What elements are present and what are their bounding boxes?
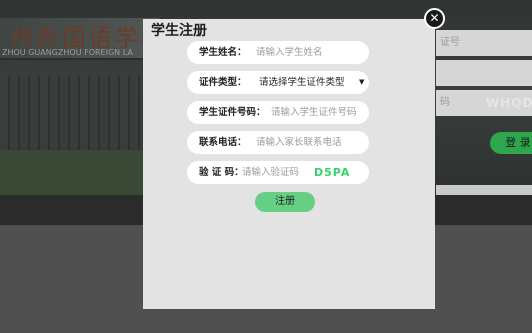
close-icon[interactable]: ✕ — [424, 8, 445, 29]
contact-phone-field[interactable]: 联系电话： 请输入家长联系电话 — [187, 131, 369, 154]
bg-login-button[interactable]: 登 录 — [490, 132, 532, 154]
captcha-input[interactable]: 请输入验证码 — [242, 161, 299, 184]
school-name-en: ZHOU GUANGZHOU FOREIGN LA — [2, 48, 133, 57]
captcha-image[interactable]: D5PA — [314, 161, 350, 184]
chevron-down-icon[interactable]: ▼ — [359, 71, 364, 94]
id-type-select[interactable]: 证件类型： 请选择学生证件类型 ▼ — [187, 71, 369, 94]
student-id-number-input[interactable]: 请输入学生证件号码 — [271, 101, 357, 124]
captcha-label: 验 证 码： — [199, 167, 244, 178]
register-button[interactable]: 注册 — [255, 192, 315, 212]
student-name-label: 学生姓名： — [199, 47, 247, 58]
background-login-panel: 证号 码 WHQD 登 录 — [436, 20, 532, 195]
id-type-label: 证件类型： — [199, 77, 247, 88]
contact-phone-label: 联系电话： — [199, 137, 247, 148]
school-sign: 州外国语学校 ZHOU GUANGZHOU FOREIGN LA — [0, 18, 164, 60]
student-register-dialog: 学生注册 学生姓名： 请输入学生姓名 证件类型： 请选择学生证件类型 ▼ 学生证… — [143, 19, 435, 309]
contact-phone-input[interactable]: 请输入家长联系电话 — [256, 131, 342, 154]
bg-captcha-image[interactable]: WHQD — [486, 90, 532, 116]
student-id-number-label: 学生证件号码： — [199, 107, 266, 118]
bg-username-field[interactable]: 证号 — [436, 30, 532, 56]
student-name-field[interactable]: 学生姓名： 请输入学生姓名 — [187, 41, 369, 64]
bg-password-field[interactable] — [436, 60, 532, 86]
dialog-title: 学生注册 — [151, 23, 207, 39]
bg-footer-bar — [436, 185, 532, 195]
student-id-number-field[interactable]: 学生证件号码： 请输入学生证件号码 — [187, 101, 369, 124]
student-name-input[interactable]: 请输入学生姓名 — [256, 41, 323, 64]
captcha-field[interactable]: 验 证 码： 请输入验证码 D5PA — [187, 161, 369, 184]
trees-image — [0, 150, 160, 195]
id-type-selected-value[interactable]: 请选择学生证件类型 — [259, 71, 345, 94]
